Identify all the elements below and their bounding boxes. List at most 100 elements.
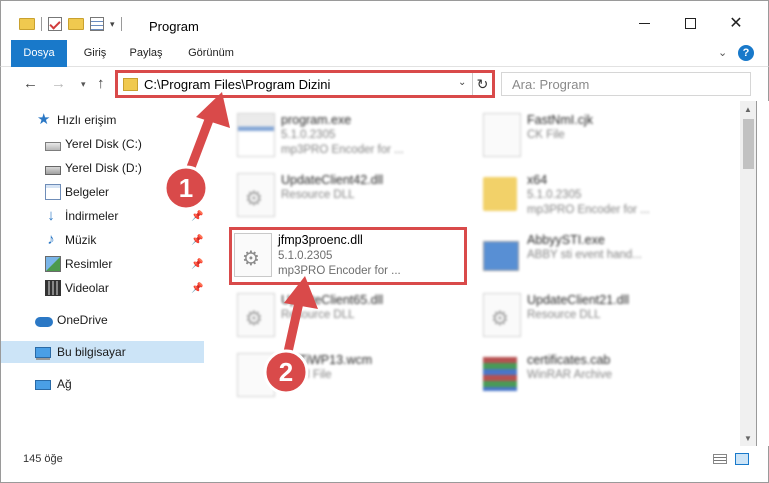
pin-icon[interactable]: 📌	[191, 235, 203, 246]
file-name: UpdateClient42.dll	[281, 173, 384, 187]
file-item-highlighted[interactable]: jfmp3proenc.dll 5.1.0.2305 mp3PRO Encode…	[229, 227, 467, 285]
scroll-down-icon[interactable]: ▼	[744, 434, 752, 443]
sidebar-item-quick-access[interactable]: ★ Hızlı erişim	[1, 109, 204, 131]
generic-file-icon	[237, 353, 275, 397]
file-item[interactable]: x64 5.1.0.2305 mp3PRO Encoder for ...	[477, 167, 717, 223]
sidebar-item-network[interactable]: Ağ	[1, 373, 204, 395]
file-description: mp3PRO Encoder for ...	[278, 265, 401, 277]
archive-icon	[483, 357, 517, 391]
file-type: Resource DLL	[281, 189, 355, 201]
sidebar-item-downloads[interactable]: ↓ İndirmeler 📌	[1, 205, 204, 227]
forward-button[interactable]: →	[51, 75, 66, 92]
vertical-scrollbar[interactable]: ▲ ▼	[740, 101, 757, 446]
sidebar-item-label: Ağ	[57, 377, 72, 391]
file-item[interactable]: UpdateClient65.dll Resource DLL	[231, 287, 471, 343]
sidebar-item-label: OneDrive	[57, 313, 108, 327]
file-item[interactable]: UpdateClient21.dll Resource DLL	[477, 287, 717, 343]
address-row: ← → ▾ ↑ C:\Program Files\Program Dizini …	[0, 67, 769, 101]
sidebar-item-label: Müzik	[65, 233, 97, 247]
file-type: CK File	[527, 129, 565, 141]
file-version: 5.1.0.2305	[527, 189, 582, 201]
pictures-icon	[45, 256, 61, 272]
scrollbar-thumb[interactable]	[743, 119, 754, 169]
details-view-icon[interactable]	[713, 454, 727, 464]
file-item[interactable]: FastNmI.cjk CK File	[477, 107, 717, 163]
sidebar-item-label: Yerel Disk (C:)	[65, 137, 142, 151]
recent-locations-icon[interactable]: ▾	[81, 79, 86, 90]
sidebar-item-documents[interactable]: Belgeler	[1, 181, 204, 203]
file-version: 5.1.0.2305	[278, 250, 333, 262]
sidebar-item-label: Videolar	[65, 281, 109, 295]
downloads-icon: ↓	[47, 207, 55, 224]
file-name: jfmp3proenc.dll	[278, 233, 363, 247]
file-type: WinRAR Archive	[527, 369, 612, 381]
file-name: UpdateClient65.dll	[281, 293, 384, 307]
dll-file-icon	[483, 293, 521, 337]
up-button[interactable]: ↑	[97, 75, 105, 92]
pin-icon[interactable]: 📌	[191, 259, 203, 270]
pin-icon[interactable]: 📌	[191, 283, 203, 294]
sidebar-item-label: Belgeler	[65, 185, 110, 199]
address-path[interactable]: C:\Program Files\Program Dizini	[144, 77, 330, 92]
sidebar-item-this-pc[interactable]: Bu bilgisayar	[1, 341, 204, 363]
close-button[interactable]: ✕	[726, 13, 746, 33]
ribbon: Dosya Giriş Paylaş Görünüm ⌄ ?	[0, 40, 769, 96]
sidebar-item-videos[interactable]: Videolar 📌	[1, 277, 204, 299]
pin-icon[interactable]: 📌	[191, 211, 203, 222]
file-name: AbbyySTI.exe	[527, 233, 605, 247]
file-item[interactable]: AbbyySTI.exe ABBY sti event hand...	[477, 227, 717, 283]
file-description: ABBY sti event hand...	[527, 249, 642, 261]
expand-ribbon-icon[interactable]: ⌄	[718, 46, 727, 59]
file-item[interactable]: program.exe 5.1.0.2305 mp3PRO Encoder fo…	[231, 107, 471, 163]
minimize-icon	[638, 22, 650, 24]
tab-view[interactable]: Görünüm	[179, 40, 243, 66]
file-item[interactable]: AsfTiWP13.wcm WCM File	[231, 347, 471, 403]
file-list: program.exe 5.1.0.2305 mp3PRO Encoder fo…	[213, 101, 740, 446]
scroll-up-icon[interactable]: ▲	[744, 105, 752, 114]
help-icon[interactable]: ?	[738, 45, 754, 61]
onedrive-icon	[35, 316, 53, 327]
close-icon: ✕	[729, 15, 743, 32]
sidebar-item-music[interactable]: ♪ Müzik 📌	[1, 229, 204, 251]
file-description: mp3PRO Encoder for ...	[281, 144, 404, 156]
drive-icon	[45, 165, 61, 175]
quick-access-toolbar: ▾	[19, 17, 122, 31]
file-name: UpdateClient21.dll	[527, 293, 630, 307]
new-folder-icon[interactable]	[68, 18, 84, 30]
address-dropdown-icon[interactable]: ⌄	[458, 77, 466, 88]
sidebar-item-local-disk-d[interactable]: Yerel Disk (D:)	[1, 157, 204, 179]
address-bar[interactable]: C:\Program Files\Program Dizini ⌄ ↻	[115, 70, 495, 98]
customize-toolbar-dropdown-icon[interactable]: ▾	[110, 19, 115, 30]
tab-share[interactable]: Paylaş	[123, 40, 169, 66]
dll-file-icon	[237, 173, 275, 217]
minimize-button[interactable]	[634, 13, 654, 33]
refresh-button[interactable]: ↻	[472, 73, 492, 95]
back-button[interactable]: ←	[23, 75, 38, 92]
maximize-button[interactable]	[680, 13, 700, 33]
maximize-icon	[684, 17, 696, 29]
folder-icon	[483, 177, 517, 211]
file-version: 5.1.0.2305	[281, 129, 336, 141]
toolbar-divider	[120, 17, 122, 31]
file-name: FastNmI.cjk	[527, 113, 593, 127]
file-type: Resource DLL	[527, 309, 601, 321]
file-name: AsfTiWP13.wcm	[281, 353, 373, 367]
network-icon	[35, 380, 51, 390]
sidebar-item-local-disk-c[interactable]: Yerel Disk (C:)	[1, 133, 204, 155]
app-file-icon	[483, 241, 519, 271]
sidebar-item-onedrive[interactable]: OneDrive	[1, 309, 204, 331]
file-item[interactable]: certificates.cab WinRAR Archive	[477, 347, 717, 403]
sidebar-item-label: İndirmeler	[65, 209, 119, 223]
properties-check-icon[interactable]	[48, 17, 62, 31]
search-box[interactable]	[501, 72, 751, 96]
search-input[interactable]	[502, 73, 750, 95]
file-item[interactable]: UpdateClient42.dll Resource DLL	[231, 167, 471, 223]
sidebar-item-pictures[interactable]: Resimler 📌	[1, 253, 204, 275]
sidebar-item-label: Resimler	[65, 257, 113, 271]
tab-home[interactable]: Giriş	[75, 40, 115, 66]
file-name: program.exe	[281, 113, 352, 127]
folder-icon[interactable]	[19, 18, 35, 30]
view-properties-icon[interactable]	[90, 17, 104, 31]
large-icons-view-icon[interactable]	[735, 453, 749, 465]
dll-file-icon	[237, 293, 275, 337]
